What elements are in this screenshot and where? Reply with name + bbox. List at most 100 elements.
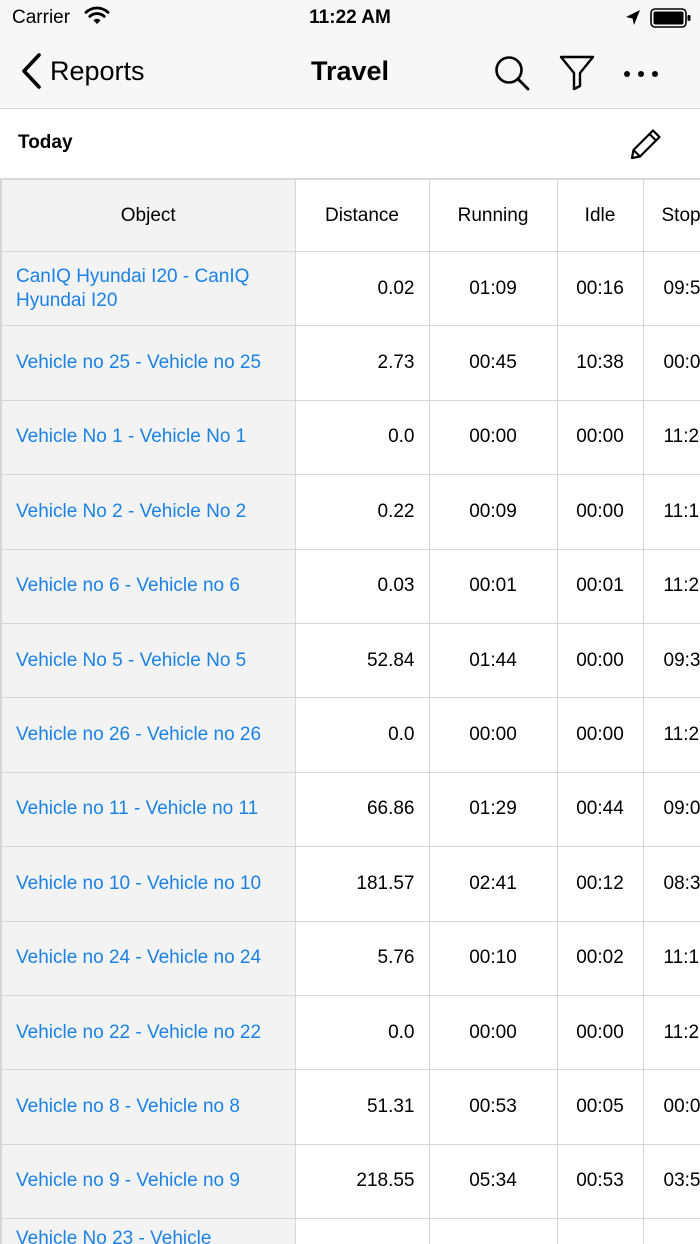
distance-cell: 5.76 — [294, 920, 430, 996]
table-row: CanIQ Hyundai I20 - CanIQ Hyundai I20 0.… — [0, 250, 700, 327]
idle-cell: 10:38 — [556, 325, 644, 401]
table-row: Vehicle no 25 - Vehicle no 25 2.73 00:45… — [0, 325, 700, 401]
running-cell: 00:00 — [428, 399, 558, 476]
stop-cell: 00:0 — [642, 325, 700, 401]
navigation-bar: Reports Travel — [0, 36, 700, 109]
stop-cell: 08:3 — [642, 846, 700, 922]
clock: 11:22 AM — [309, 7, 391, 28]
object-link[interactable]: Vehicle No 2 - Vehicle No 2 — [0, 474, 296, 550]
distance-cell: 0.02 — [294, 250, 430, 327]
table-row: Vehicle No 5 - Vehicle No 5 52.84 01:44 … — [0, 622, 700, 699]
travel-report-table[interactable]: Object Distance Running Idle Stop CanIQ … — [0, 179, 700, 1244]
stop-cell: 11:2 — [642, 697, 700, 773]
column-header-running[interactable]: Running — [428, 179, 558, 252]
object-link[interactable]: Vehicle No 5 - Vehicle No 5 — [0, 622, 296, 699]
stop-cell — [642, 1218, 700, 1244]
distance-cell: 0.0 — [294, 399, 430, 476]
stop-cell: 11:2 — [642, 399, 700, 476]
pencil-icon[interactable] — [626, 124, 666, 169]
running-cell: 00:01 — [428, 548, 558, 624]
running-cell: 01:09 — [428, 250, 558, 327]
table-row: Vehicle No 2 - Vehicle No 2 0.22 00:09 0… — [0, 474, 700, 550]
stop-cell: 11:1 — [642, 920, 700, 996]
table-row: Vehicle no 6 - Vehicle no 6 0.03 00:01 0… — [0, 548, 700, 624]
stop-cell: 03:5 — [642, 1143, 700, 1220]
object-link[interactable]: Vehicle no 6 - Vehicle no 6 — [0, 548, 296, 624]
search-icon[interactable] — [493, 54, 531, 97]
idle-cell: 00:05 — [556, 1069, 644, 1145]
location-arrow-icon — [625, 9, 641, 32]
idle-cell: 00:16 — [556, 250, 644, 327]
battery-icon — [650, 8, 692, 33]
running-cell: 02:41 — [428, 846, 558, 922]
column-header-stop[interactable]: Stop — [642, 179, 700, 252]
stop-cell: 09:0 — [642, 771, 700, 848]
running-cell: 00:00 — [428, 994, 558, 1071]
column-header-object[interactable]: Object — [0, 179, 296, 252]
table-row: Vehicle no 8 - Vehicle no 8 51.31 00:53 … — [0, 1069, 700, 1145]
stop-cell: 11:1 — [642, 474, 700, 550]
idle-cell: 00:02 — [556, 920, 644, 996]
distance-cell: 0.0 — [294, 697, 430, 773]
table-row: Vehicle no 9 - Vehicle no 9 218.55 05:34… — [0, 1143, 700, 1220]
distance-cell: 218.55 — [294, 1143, 430, 1220]
filter-icon[interactable] — [558, 54, 596, 97]
idle-cell: 00:00 — [556, 399, 644, 476]
object-link[interactable]: Vehicle no 25 - Vehicle no 25 — [0, 325, 296, 401]
table-row: Vehicle No 23 - Vehicle — [0, 1218, 700, 1244]
running-cell: 00:00 — [428, 697, 558, 773]
idle-cell: 00:01 — [556, 548, 644, 624]
running-cell — [428, 1218, 558, 1244]
idle-cell: 00:00 — [556, 994, 644, 1071]
distance-cell — [294, 1218, 430, 1244]
stop-cell: 11:2 — [642, 994, 700, 1071]
object-link[interactable]: CanIQ Hyundai I20 - CanIQ Hyundai I20 — [0, 250, 296, 327]
idle-cell: 00:00 — [556, 622, 644, 699]
idle-cell: 00:12 — [556, 846, 644, 922]
running-cell: 00:53 — [428, 1069, 558, 1145]
object-link[interactable]: Vehicle No 23 - Vehicle — [0, 1218, 296, 1244]
stop-cell: 11:2 — [642, 548, 700, 624]
table-row: Vehicle no 24 - Vehicle no 24 5.76 00:10… — [0, 920, 700, 996]
distance-cell: 0.0 — [294, 994, 430, 1071]
period-bar: Today — [0, 109, 700, 179]
stop-cell: 09:3 — [642, 622, 700, 699]
column-header-distance[interactable]: Distance — [294, 179, 430, 252]
distance-cell: 52.84 — [294, 622, 430, 699]
object-link[interactable]: Vehicle no 11 - Vehicle no 11 — [0, 771, 296, 848]
period-label: Today — [18, 132, 73, 153]
running-cell: 00:45 — [428, 325, 558, 401]
distance-cell: 2.73 — [294, 325, 430, 401]
table-row: Vehicle no 22 - Vehicle no 22 0.0 00:00 … — [0, 994, 700, 1071]
object-link[interactable]: Vehicle no 26 - Vehicle no 26 — [0, 697, 296, 773]
distance-cell: 181.57 — [294, 846, 430, 922]
distance-cell: 0.22 — [294, 474, 430, 550]
distance-cell: 0.03 — [294, 548, 430, 624]
running-cell: 01:29 — [428, 771, 558, 848]
object-link[interactable]: Vehicle no 8 - Vehicle no 8 — [0, 1069, 296, 1145]
running-cell: 05:34 — [428, 1143, 558, 1220]
idle-cell: 00:00 — [556, 697, 644, 773]
running-cell: 00:09 — [428, 474, 558, 550]
table-row: Vehicle no 26 - Vehicle no 26 0.0 00:00 … — [0, 697, 700, 773]
running-cell: 01:44 — [428, 622, 558, 699]
table-header-row: Object Distance Running Idle Stop — [0, 179, 700, 252]
stop-cell: 00:0 — [642, 1069, 700, 1145]
idle-cell: 00:00 — [556, 474, 644, 550]
status-bar: Carrier 11:22 AM — [0, 0, 700, 36]
object-link[interactable]: Vehicle No 1 - Vehicle No 1 — [0, 399, 296, 476]
object-link[interactable]: Vehicle no 9 - Vehicle no 9 — [0, 1143, 296, 1220]
more-icon[interactable] — [622, 66, 662, 84]
distance-cell: 66.86 — [294, 771, 430, 848]
idle-cell: 00:53 — [556, 1143, 644, 1220]
object-link[interactable]: Vehicle no 22 - Vehicle no 22 — [0, 994, 296, 1071]
column-header-idle[interactable]: Idle — [556, 179, 644, 252]
object-link[interactable]: Vehicle no 24 - Vehicle no 24 — [0, 920, 296, 996]
table-row: Vehicle no 10 - Vehicle no 10 181.57 02:… — [0, 846, 700, 922]
table-row: Vehicle no 11 - Vehicle no 11 66.86 01:2… — [0, 771, 700, 848]
idle-cell: 00:44 — [556, 771, 644, 848]
object-link[interactable]: Vehicle no 10 - Vehicle no 10 — [0, 846, 296, 922]
running-cell: 00:10 — [428, 920, 558, 996]
distance-cell: 51.31 — [294, 1069, 430, 1145]
idle-cell — [556, 1218, 644, 1244]
